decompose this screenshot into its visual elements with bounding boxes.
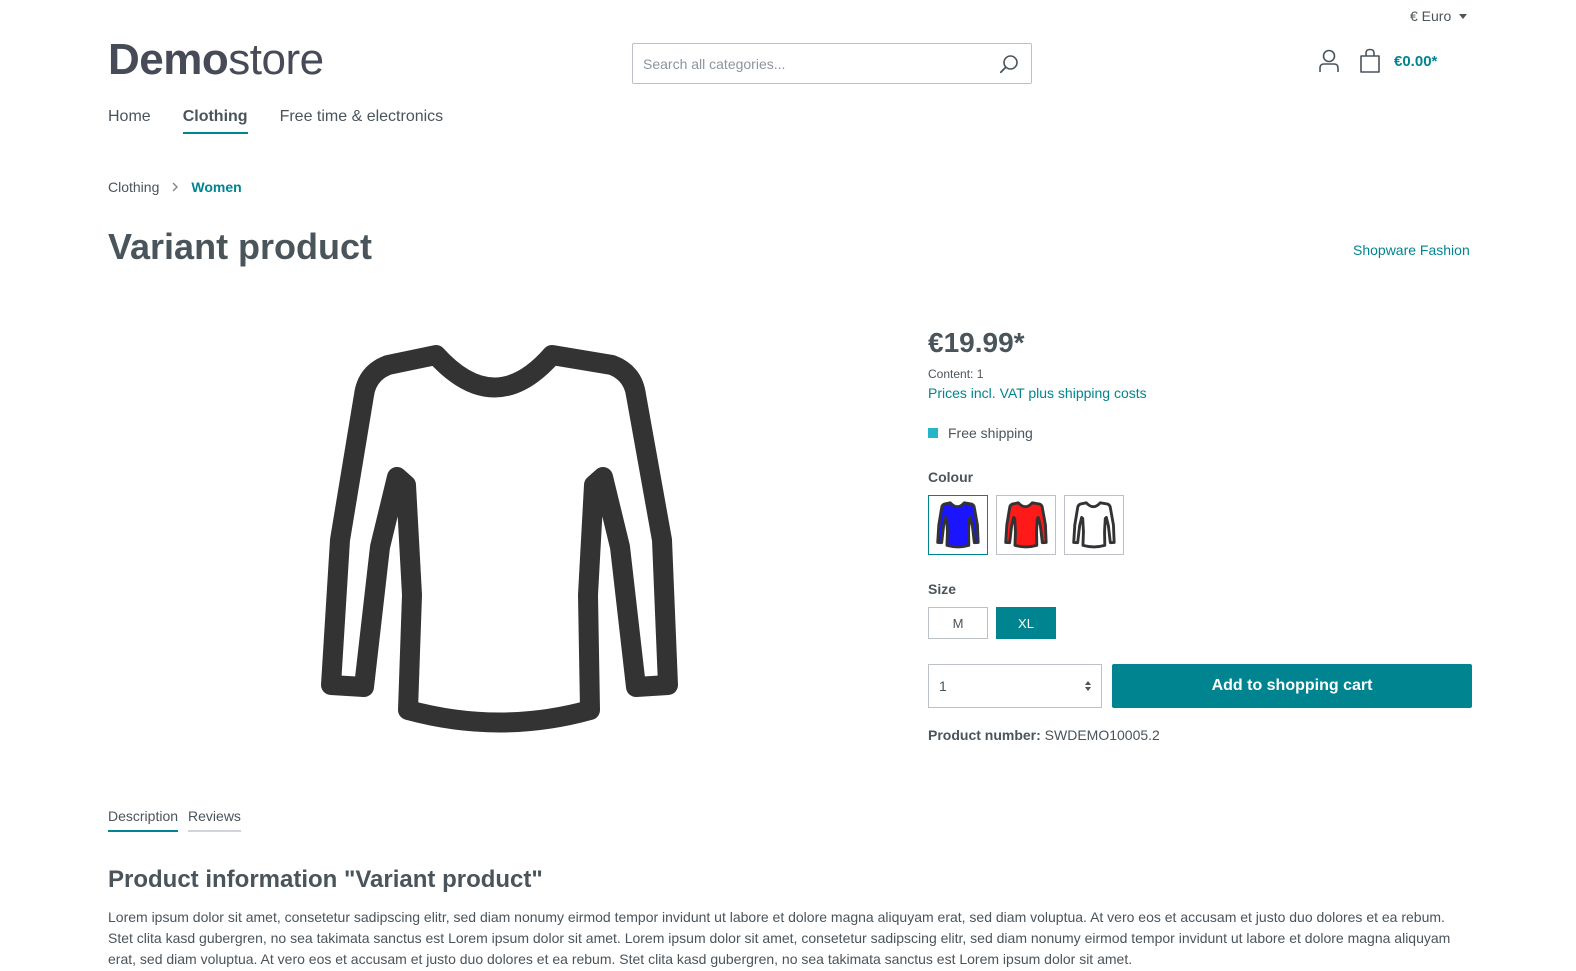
quantity-select[interactable]: 1: [928, 664, 1102, 708]
tab-reviews[interactable]: Reviews: [188, 808, 241, 832]
colour-label: Colour: [928, 469, 974, 485]
product-number-value: SWDEMO10005.2: [1044, 727, 1160, 743]
size-options: M XL: [928, 607, 1472, 639]
blue-sweater-icon: [936, 501, 980, 549]
product-tabs: Description Reviews: [108, 808, 241, 832]
red-sweater-icon: [1004, 501, 1048, 549]
breadcrumb: Clothing Women: [108, 179, 242, 195]
size-option-xl[interactable]: XL: [996, 607, 1056, 639]
cart-total: €0.00*: [1394, 52, 1438, 70]
breadcrumb-item-clothing[interactable]: Clothing: [108, 179, 159, 195]
buy-box: €19.99* Content: 1 Prices incl. VAT plus…: [928, 327, 1472, 743]
select-arrows-icon: [1085, 681, 1091, 691]
search-input[interactable]: [633, 44, 987, 83]
chevron-right-icon: [172, 182, 179, 192]
product-number-label: Product number:: [928, 727, 1041, 743]
size-label: Size: [928, 581, 957, 597]
nav-item-clothing[interactable]: Clothing: [182, 108, 248, 134]
main-navigation: Home Clothing Free time & electronics: [108, 108, 443, 134]
colour-option-red[interactable]: [996, 495, 1056, 555]
tax-shipping-link[interactable]: Prices incl. VAT plus shipping costs: [928, 385, 1147, 401]
size-option-m[interactable]: M: [928, 607, 988, 639]
logo-light-text: store: [228, 35, 324, 84]
header-actions: €0.00*: [1318, 48, 1437, 74]
delivery-status-icon: [928, 428, 938, 438]
buy-row: 1 Add to shopping cart: [928, 664, 1472, 708]
description-text: Lorem ipsum dolor sit amet, consetetur s…: [108, 909, 1451, 967]
account-button[interactable]: [1318, 49, 1340, 73]
currency-switcher[interactable]: € Euro: [1410, 8, 1468, 24]
colour-option-white[interactable]: [1064, 495, 1124, 555]
nav-item-home[interactable]: Home: [108, 108, 151, 134]
content-unit: Content: 1: [928, 367, 984, 381]
description-title: Product information "Variant product": [108, 866, 543, 893]
manufacturer-link[interactable]: Shopware Fashion: [1353, 242, 1470, 258]
search-icon: [999, 54, 1018, 73]
currency-label: € Euro: [1410, 8, 1452, 24]
breadcrumb-item-women[interactable]: Women: [191, 179, 241, 195]
shopping-bag-icon: [1360, 48, 1380, 73]
store-logo[interactable]: Demostore: [108, 36, 324, 84]
caret-down-icon: [1459, 13, 1468, 19]
tab-description[interactable]: Description: [108, 808, 179, 832]
add-to-cart-button[interactable]: Add to shopping cart: [1112, 664, 1472, 708]
nav-item-free-time-electronics[interactable]: Free time & electronics: [280, 108, 444, 134]
product-price: €19.99*: [928, 327, 1025, 358]
product-detail-page: € Euro Demostore €0.00*: [0, 0, 1576, 971]
colour-options: [928, 495, 1472, 555]
quantity-value: 1: [939, 678, 947, 694]
logo-strong-text: Demo: [108, 35, 229, 84]
delivery-info: Free shipping: [928, 425, 1472, 441]
product-image[interactable]: [300, 335, 700, 745]
sweater-image: [321, 345, 678, 733]
colour-option-blue[interactable]: [928, 495, 988, 555]
user-icon: [1319, 49, 1339, 72]
delivery-text: Free shipping: [948, 425, 1033, 441]
search-button[interactable]: [987, 44, 1031, 83]
product-number: Product number: SWDEMO10005.2: [928, 727, 1472, 743]
white-sweater-icon: [1072, 501, 1116, 549]
product-title: Variant product: [108, 226, 373, 267]
cart-button[interactable]: €0.00*: [1358, 48, 1437, 74]
search-box: [632, 43, 1032, 84]
